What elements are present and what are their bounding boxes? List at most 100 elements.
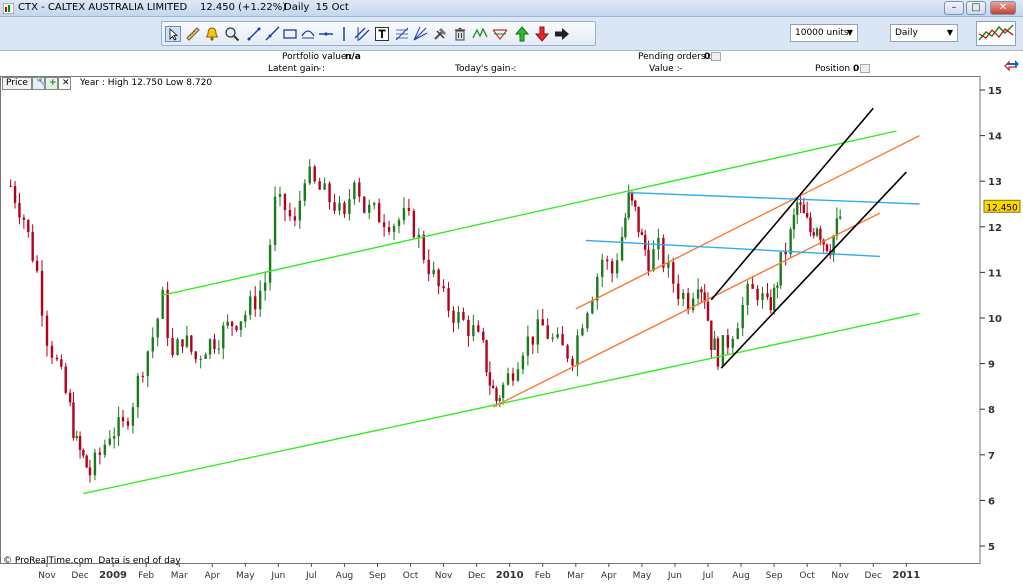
units-select[interactable]: 10000 units ▼ [790, 24, 858, 42]
candle-body [442, 286, 445, 289]
candle-body [751, 283, 754, 289]
candle-body [412, 211, 416, 238]
exit-arrow-icon[interactable] [554, 26, 570, 42]
close-button[interactable]: ✕ [990, 1, 1016, 15]
pattern-icon[interactable] [472, 26, 488, 42]
indicators-button[interactable] [976, 21, 1016, 46]
window-title: CTX - CALTEX AUSTRALIA LIMITED [18, 2, 188, 13]
candle-body [691, 298, 695, 311]
x-tick-label: Aug [732, 571, 750, 581]
candle-body [601, 259, 604, 277]
x-tick-label: Dec [865, 571, 882, 581]
x-tick-label: 2010 [496, 570, 524, 581]
candle-body [363, 196, 366, 213]
cursor-icon[interactable] [165, 26, 181, 42]
candle-body [230, 321, 234, 327]
parallel-channel-icon[interactable] [354, 26, 370, 42]
triangle-pattern-icon[interactable] [492, 26, 508, 42]
candle-body [146, 351, 150, 376]
candle-body [825, 244, 829, 251]
buy-arrow-icon[interactable] [514, 26, 530, 42]
candle-body [498, 398, 501, 402]
pending-orders-icon[interactable] [711, 52, 721, 61]
candle-body [536, 319, 539, 345]
candle-body [117, 417, 120, 437]
candle-body [696, 289, 700, 299]
candle-body [402, 207, 406, 221]
candle-body [254, 296, 257, 310]
vertical-line-icon[interactable] [336, 26, 352, 42]
candle-body [263, 282, 267, 291]
candle-body [531, 336, 535, 345]
fan-tool-icon[interactable] [412, 26, 428, 42]
candle-body [627, 192, 630, 218]
candle-body [166, 289, 169, 339]
candle-body [581, 328, 584, 336]
minimize-button[interactable]: – [944, 1, 964, 15]
y-tick-label: 13 [988, 177, 1002, 188]
ray-tool-icon[interactable] [264, 26, 280, 42]
rectangle-tool-icon[interactable] [282, 26, 298, 42]
candle-body [551, 337, 554, 339]
units-value: 10000 units [795, 28, 849, 38]
candle-body [477, 325, 480, 332]
candle-body [647, 249, 650, 271]
portfolio-value-label: Portfolio value : [282, 52, 353, 62]
candle-body [716, 338, 720, 367]
horizontal-line-icon[interactable] [318, 26, 334, 42]
refresh-icon[interactable] [1004, 58, 1020, 72]
candle-body [75, 436, 78, 438]
line-tool-icon[interactable] [246, 26, 262, 42]
y-tick-label: 14 [988, 132, 1002, 143]
candle-body [303, 183, 306, 201]
candle-body [323, 183, 326, 190]
timeframe-select[interactable]: Daily ▼ [890, 24, 958, 42]
fibonacci-icon[interactable] [394, 26, 410, 42]
wrench-icon[interactable]: 🔧 [32, 77, 47, 90]
candle-body [328, 183, 331, 203]
candle-body [652, 249, 655, 271]
candle-body [526, 336, 530, 356]
candle-body [766, 293, 769, 298]
candle-body [521, 355, 525, 370]
candle-body [815, 228, 819, 236]
close-panel-icon[interactable]: ✕ [58, 77, 71, 90]
add-indicator-icon[interactable]: + [45, 77, 58, 90]
candle-body [624, 217, 627, 237]
x-tick-label: 2009 [99, 570, 127, 581]
candle-body [156, 318, 159, 338]
x-tick-label: Sep [369, 571, 386, 581]
candle-body [741, 305, 744, 329]
candle-body [677, 283, 680, 299]
candle-body [637, 206, 640, 233]
candle-body [72, 402, 75, 438]
trash-icon[interactable] [452, 26, 468, 42]
candle-body [27, 219, 30, 232]
candle-body [199, 358, 202, 360]
price-chart[interactable]: 5 6 7 8 9 10 11 12 13 14 15 Nov Dec 2009 Feb Mar Apr May J… [0, 76, 1023, 583]
candle-body [85, 455, 88, 468]
candle-body [746, 283, 749, 306]
position-value: 0 [853, 64, 860, 74]
x-tick-label: Apr [204, 571, 220, 581]
tools-icon[interactable] [432, 26, 448, 42]
candle-body [819, 228, 822, 240]
position-icon[interactable] [860, 64, 870, 73]
maximize-button[interactable]: □ [966, 1, 986, 15]
chart-legend: Price 🔧 + ✕ Year : High 12.750 Low 8.720 [2, 77, 212, 90]
ellipse-tool-icon[interactable] [300, 26, 316, 42]
text-tool-icon[interactable] [374, 26, 390, 42]
candle-body [31, 231, 34, 261]
zoom-icon[interactable] [224, 26, 240, 42]
ruler-icon[interactable] [185, 26, 201, 42]
candle-body [60, 359, 63, 367]
sell-arrow-icon[interactable] [534, 26, 550, 42]
candle-body [141, 375, 145, 377]
candle-body [640, 232, 644, 235]
candle-body [190, 335, 193, 352]
candle-body [805, 212, 809, 218]
candle-body [736, 328, 739, 339]
alarm-icon[interactable] [204, 26, 220, 42]
y-tick-label: 8 [988, 405, 995, 416]
candle-body [605, 259, 609, 262]
